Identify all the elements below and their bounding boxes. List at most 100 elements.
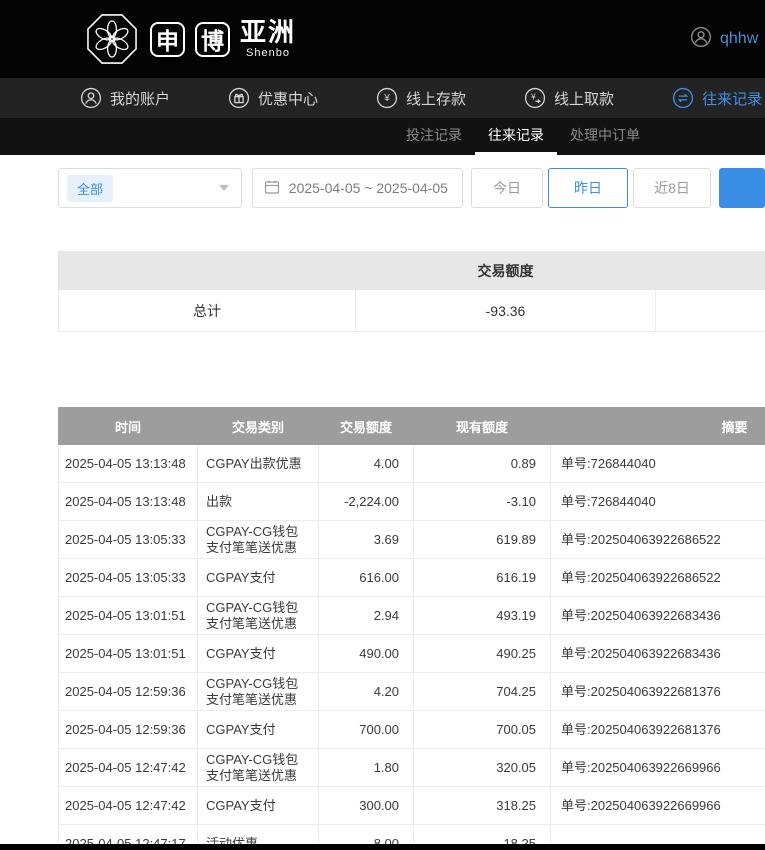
table-row: 2025-04-05 13:05:33 CGPAY-CG钱包支付笔笔送优惠 3.…	[58, 520, 765, 559]
chevron-down-icon	[218, 185, 229, 191]
cell-summary: 单号:202504063922683436	[550, 634, 765, 673]
col-header-amount: 交易额度	[318, 407, 414, 445]
cell-balance: 0.89	[413, 444, 551, 483]
cell-amount: 4.00	[318, 444, 414, 483]
cell-type: 出款	[197, 482, 319, 521]
cell-balance: -3.10	[413, 482, 551, 521]
records-icon	[672, 87, 694, 109]
type-select-value[interactable]: 全部	[67, 174, 114, 202]
deposit-icon: ¥	[376, 87, 398, 109]
summary-section: 交易额度 总计 -93.36	[58, 251, 765, 332]
cell-time: 2025-04-05 12:59:36	[58, 672, 198, 711]
summary-header-empty-2	[655, 251, 765, 290]
cell-amount: 700.00	[318, 710, 414, 749]
page: 申 博 亚洲 Shenbo qhhw 我的账户 优惠中心 ¥ 线上存款 ¥ 线上…	[0, 0, 765, 850]
tab-processing-orders[interactable]: 处理中订单	[557, 118, 653, 155]
tab-label: 往来记录	[488, 127, 544, 143]
cell-summary: 单号:202504063922681376	[550, 672, 765, 711]
cell-time: 2025-04-05 13:01:51	[58, 596, 198, 635]
cell-summary: 单号:202504063922669966	[550, 748, 765, 787]
tab-betting-records[interactable]: 投注记录	[393, 118, 475, 155]
cell-amount: 300.00	[318, 786, 414, 825]
cell-amount: 1.80	[318, 748, 414, 787]
cell-balance: 704.25	[413, 672, 551, 711]
svg-text:¥: ¥	[530, 92, 536, 101]
cell-balance: 490.25	[413, 634, 551, 673]
cell-summary: 单号:202504063922686522	[550, 558, 765, 597]
logo-char-bo: 博	[195, 21, 230, 57]
nav-label: 我的账户	[110, 90, 171, 108]
nav-item-deposit[interactable]: ¥ 线上存款	[376, 87, 466, 109]
logo-latin-text: Shenbo	[246, 47, 290, 59]
cell-balance: 318.25	[413, 786, 551, 825]
date-range-input[interactable]: 2025-04-05 ~ 2025-04-05	[251, 168, 463, 208]
type-select[interactable]: 全部	[58, 168, 242, 208]
date-range-value: 2025-04-05 ~ 2025-04-05	[288, 180, 448, 196]
cell-amount: 3.69	[318, 520, 414, 559]
cell-type: CGPAY支付	[197, 786, 319, 825]
summary-empty-cell	[655, 289, 765, 332]
cell-summary: 单号:202504063922683436	[550, 596, 765, 635]
cell-balance: 616.19	[413, 558, 551, 597]
account-icon	[80, 87, 102, 109]
brand-logo[interactable]: 申 博 亚洲 Shenbo	[84, 0, 296, 78]
col-header-type: 交易类别	[197, 407, 319, 445]
cell-amount: -2,224.00	[318, 482, 414, 521]
cell-summary: 单号:202504063922681376	[550, 710, 765, 749]
nav-item-withdraw[interactable]: ¥ 线上取款	[524, 87, 614, 109]
col-header-time: 时间	[58, 407, 198, 445]
transactions-section: 时间 交易类别 交易额度 现有额度 摘要 2025-04-05 13:13:48…	[58, 407, 765, 850]
promo-icon	[228, 87, 250, 109]
cell-amount: 616.00	[318, 558, 414, 597]
username-text[interactable]: qhhw	[720, 30, 758, 48]
cell-type: CGPAY-CG钱包支付笔笔送优惠	[197, 520, 319, 559]
bottom-bar	[0, 844, 765, 850]
nav-item-promotions[interactable]: 优惠中心	[228, 87, 318, 109]
search-button-partial[interactable]	[719, 168, 765, 208]
yesterday-button[interactable]: 昨日	[548, 168, 628, 208]
summary-total-value: -93.36	[355, 289, 656, 332]
cell-summary: 单号:726844040	[550, 444, 765, 483]
top-header: 申 博 亚洲 Shenbo qhhw	[0, 0, 765, 78]
table-row: 2025-04-05 13:05:33 CGPAY支付 616.00 616.1…	[58, 558, 765, 597]
cell-balance: 320.05	[413, 748, 551, 787]
last-8-days-button[interactable]: 近8日	[633, 168, 711, 208]
filter-bar: 全部 2025-04-05 ~ 2025-04-05 今日 昨日 近8日	[58, 168, 765, 208]
nav-label: 线上存款	[406, 90, 467, 108]
logo-region-text: 亚洲	[240, 17, 297, 47]
nav-label: 往来记录	[702, 90, 763, 108]
summary-header-empty	[58, 251, 356, 290]
svg-text:¥: ¥	[383, 93, 390, 104]
col-header-summary: 摘要	[550, 407, 765, 445]
cell-balance: 700.05	[413, 710, 551, 749]
cell-time: 2025-04-05 13:13:48	[58, 482, 198, 521]
tab-label: 处理中订单	[570, 127, 640, 143]
cell-summary: 单号:202504063922686522	[550, 520, 765, 559]
nav-item-transaction-records[interactable]: 往来记录	[672, 87, 762, 109]
col-header-balance: 现有额度	[413, 407, 551, 445]
cell-time: 2025-04-05 13:05:33	[58, 558, 198, 597]
cell-type: CGPAY-CG钱包支付笔笔送优惠	[197, 672, 319, 711]
cell-summary: 单号:202504063922669966	[550, 786, 765, 825]
cell-amount: 4.20	[318, 672, 414, 711]
sub-nav: 投注记录 往来记录 处理中订单	[0, 118, 765, 155]
table-row: 2025-04-05 12:59:36 CGPAY支付 700.00 700.0…	[58, 710, 765, 749]
table-row: 2025-04-05 13:01:51 CGPAY-CG钱包支付笔笔送优惠 2.…	[58, 596, 765, 635]
cell-time: 2025-04-05 13:01:51	[58, 634, 198, 673]
user-account-area[interactable]: qhhw	[690, 0, 758, 78]
table-row: 2025-04-05 13:01:51 CGPAY支付 490.00 490.2…	[58, 634, 765, 673]
today-button[interactable]: 今日	[471, 168, 543, 208]
table-row: 2025-04-05 12:47:42 CGPAY支付 300.00 318.2…	[58, 786, 765, 825]
cell-type: CGPAY-CG钱包支付笔笔送优惠	[197, 596, 319, 635]
cell-type: CGPAY出款优惠	[197, 444, 319, 483]
tab-label: 投注记录	[406, 127, 462, 143]
nav-item-my-account[interactable]: 我的账户	[80, 87, 170, 109]
nav-label: 线上取款	[554, 90, 615, 108]
table-row: 2025-04-05 12:47:42 CGPAY-CG钱包支付笔笔送优惠 1.…	[58, 748, 765, 787]
cell-amount: 2.94	[318, 596, 414, 635]
table-row: 2025-04-05 13:13:48 CGPAY出款优惠 4.00 0.89 …	[58, 444, 765, 483]
cell-type: CGPAY支付	[197, 710, 319, 749]
summary-total-label: 总计	[58, 289, 356, 332]
table-row: 2025-04-05 13:13:48 出款 -2,224.00 -3.10 单…	[58, 482, 765, 521]
tab-transaction-records[interactable]: 往来记录	[475, 118, 557, 155]
